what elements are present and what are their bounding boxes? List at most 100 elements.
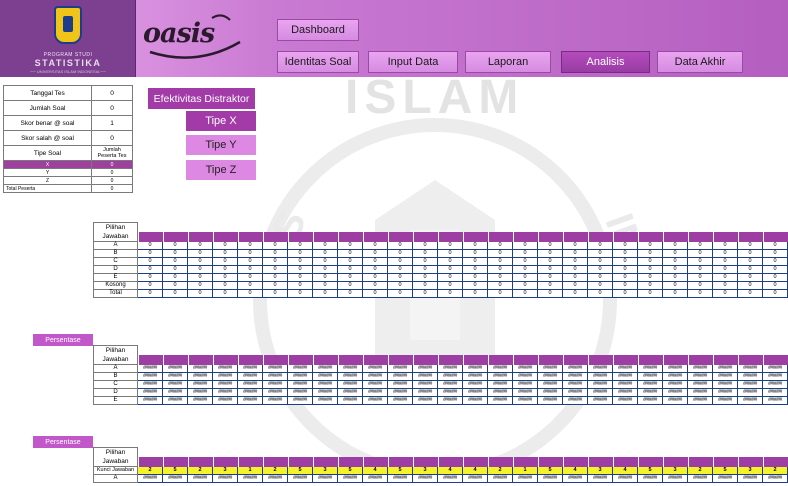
answer-key-cell[interactable]: 5	[538, 467, 563, 475]
answer-key-cell[interactable]: 2	[763, 467, 788, 475]
grid-cell: 0	[263, 250, 288, 258]
tipe-z-button[interactable]: Tipe Z	[186, 160, 256, 180]
column-header-cell	[438, 457, 463, 467]
column-header-cell	[238, 232, 263, 242]
answer-key-cell[interactable]: 4	[563, 467, 588, 475]
grid-cell: 0	[288, 250, 313, 258]
grid-cell: 0	[263, 242, 288, 250]
grid-cell: 0	[713, 266, 738, 274]
grid-cell: ######	[588, 381, 613, 389]
info-value[interactable]: 0	[91, 85, 133, 101]
grid-cell: 0	[463, 242, 488, 250]
answer-key-cell[interactable]: 5	[638, 467, 663, 475]
pilihan-jawaban-header: Pilihan Jawaban	[93, 222, 138, 242]
answer-key-cell[interactable]: 2	[688, 467, 713, 475]
tab-analisis[interactable]: Analisis	[561, 51, 650, 73]
grid-cell: ######	[663, 389, 688, 397]
grid-cell: ######	[713, 389, 738, 397]
answer-key-cell[interactable]: 5	[713, 467, 738, 475]
grid-cell: ######	[763, 373, 788, 381]
grid-cell: 0	[488, 258, 513, 266]
column-header-cell	[713, 355, 738, 365]
grid-cell: 0	[338, 282, 363, 290]
info-label[interactable]: X	[3, 160, 92, 169]
grid-cell: 0	[363, 282, 388, 290]
grid-cell: 0	[513, 250, 538, 258]
column-header-cell	[463, 355, 488, 365]
dashboard-button[interactable]: Dashboard	[277, 19, 359, 41]
column-header-cell	[738, 232, 763, 242]
grid-cell: 0	[463, 282, 488, 290]
info-value[interactable]: 0	[91, 100, 133, 116]
info-row: Skor salah @ soal 0	[3, 130, 133, 146]
option-row: A ###### ###### ###### ###### ###### ###### ###…	[93, 365, 788, 373]
grid-cell: 0	[188, 282, 213, 290]
column-header-cell	[138, 457, 163, 467]
answer-key-cell[interactable]: 3	[213, 467, 238, 475]
info-value[interactable]: 1	[91, 115, 133, 131]
column-header-cell	[688, 232, 713, 242]
option-row: Total 0 0 0 0 0 0 0 0 0 0 0 0 0 0 0 0 0 0 0 0 0 0 0 0 0 0	[93, 290, 788, 298]
grid-cell: ######	[613, 475, 638, 483]
answer-key-cell[interactable]: 4	[463, 467, 488, 475]
column-header-cell	[613, 457, 638, 467]
grid-cell: 0	[663, 258, 688, 266]
answer-key-cell[interactable]: 3	[313, 467, 338, 475]
grid-cell: 0	[288, 258, 313, 266]
info-value[interactable]: 0	[91, 130, 133, 146]
answer-key-cell[interactable]: 5	[163, 467, 188, 475]
answer-key-cell[interactable]: 2	[263, 467, 288, 475]
column-header-cell	[663, 355, 688, 365]
efektivitas-distraktor-button[interactable]: Efektivitas Distraktor	[148, 88, 255, 109]
option-cells: 00000000000000000000000000	[138, 274, 788, 282]
tab-data-akhir[interactable]: Data Akhir	[657, 51, 743, 73]
answer-key-cell[interactable]: 3	[588, 467, 613, 475]
answer-key-cell[interactable]: 5	[388, 467, 413, 475]
grid-cell: 0	[588, 242, 613, 250]
answer-key-cell[interactable]: 4	[613, 467, 638, 475]
grid-cell: 0	[488, 250, 513, 258]
grid-cell: ######	[663, 381, 688, 389]
column-header-cell	[563, 355, 588, 365]
column-header-cell	[163, 457, 188, 467]
grid-cell: 0	[238, 274, 263, 282]
column-header-cell	[713, 232, 738, 242]
grid-cell: 0	[538, 282, 563, 290]
grid-cell: 0	[663, 266, 688, 274]
grid-cell: ######	[638, 381, 663, 389]
grid-cell: 0	[188, 242, 213, 250]
grid-cell: 0	[688, 290, 713, 298]
grid-cell: ######	[288, 475, 313, 483]
grid-cell: ######	[213, 475, 238, 483]
option-cells: ###### ###### ###### ###### ###### ###### ####…	[138, 373, 788, 381]
tipe-x-button[interactable]: Tipe X	[186, 111, 256, 131]
answer-key-cell[interactable]: 1	[238, 467, 263, 475]
answer-key-cell[interactable]: 5	[288, 467, 313, 475]
grid-cell: 0	[163, 290, 188, 298]
answer-key-cell[interactable]: 2	[138, 467, 163, 475]
answer-key-cell[interactable]: 3	[738, 467, 763, 475]
info-label[interactable]: Y	[3, 168, 92, 177]
grid-cell: 0	[738, 258, 763, 266]
column-header-cell	[613, 232, 638, 242]
answer-key-cell[interactable]: 2	[188, 467, 213, 475]
column-header-cell	[638, 232, 663, 242]
grid-cell: 0	[313, 258, 338, 266]
grid-cell: ######	[388, 381, 413, 389]
grid-cell: 0	[263, 282, 288, 290]
grid-cell: 0	[613, 258, 638, 266]
info-label[interactable]: Z	[3, 176, 92, 185]
grid-cell: 0	[738, 274, 763, 282]
grid-cell: ######	[138, 365, 163, 373]
answer-key-cell[interactable]: 5	[338, 467, 363, 475]
answer-key-cell[interactable]: 4	[438, 467, 463, 475]
answer-key-cell[interactable]: 3	[413, 467, 438, 475]
grid-cell: 0	[388, 242, 413, 250]
answer-key-cell[interactable]: 2	[488, 467, 513, 475]
tipe-y-button[interactable]: Tipe Y	[186, 135, 256, 155]
answer-key-cell[interactable]: 4	[363, 467, 388, 475]
answer-key-cell[interactable]: 1	[513, 467, 538, 475]
grid-cell: 0	[613, 242, 638, 250]
grid-cell: 0	[188, 274, 213, 282]
answer-key-cell[interactable]: 3	[663, 467, 688, 475]
